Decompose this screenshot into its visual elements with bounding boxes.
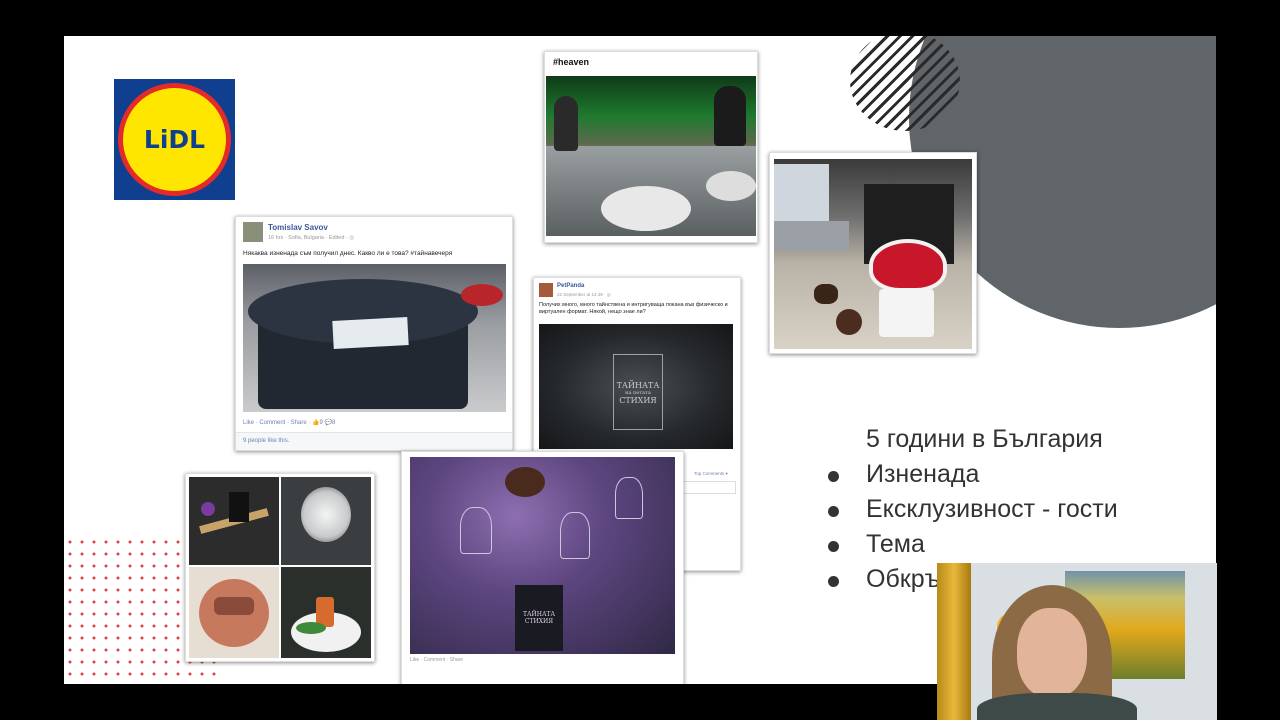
bullet-text: 5 години в България (866, 425, 1103, 453)
invitation-menu: ТАЙНАТА СТИХИЯ (515, 585, 563, 651)
post-likes-bar: 9 people like this. (236, 432, 512, 450)
presenter-shirt (977, 693, 1137, 720)
mouse (461, 284, 503, 306)
emblem-line: ТАЙНАТА (616, 381, 660, 390)
post-meta: 22 September at 14:48 · ◎ (557, 292, 611, 297)
wine-glass (460, 507, 492, 554)
post-actions[interactable]: Like · Comment · Share (410, 657, 463, 663)
invitation-emblem: ТАЙНАТА на петата СТИХИЯ (613, 354, 663, 430)
post-purple-table: ТАЙНАТА СТИХИЯ Like · Comment · Share (401, 451, 684, 684)
presenter-face (1017, 608, 1087, 698)
wine-glass (560, 512, 590, 559)
table-setting-photo: ТАЙНАТА СТИХИЯ (410, 457, 675, 654)
bullet-item: 5 години в България (816, 422, 1118, 457)
gift-photo (774, 159, 972, 349)
bullet-item: Ексклузивност - гости (816, 492, 1118, 527)
post-tomislav: Tomislav Savov 16 hrs · Sofia, Bulgaria … (235, 216, 513, 451)
dinner-photo (546, 76, 756, 236)
post-text: Някаква изненада съм получил днес. Какво… (243, 250, 453, 257)
bullet-dot (828, 506, 839, 517)
lidl-logo-text: LiDL (143, 125, 206, 154)
wine-glass (615, 477, 643, 519)
guest-silhouette (714, 86, 746, 146)
post-actions[interactable]: Like · Comment · Share · 👍9 💬8 (243, 419, 335, 426)
guest-silhouette (554, 96, 578, 151)
food-collage (185, 473, 375, 662)
food-photo (281, 477, 371, 565)
plate (601, 186, 691, 231)
post-author-name[interactable]: Tomislav Savov (268, 223, 328, 232)
heart-bowl (869, 239, 947, 292)
curtain (937, 563, 971, 720)
post-gift-photo (769, 152, 977, 354)
post-author-name[interactable]: PetPanda (557, 283, 584, 289)
bullet-item: Тема (816, 527, 1118, 562)
bullet-text: Ексклузивност - гости (866, 495, 1118, 523)
fondue-stand (879, 289, 934, 337)
post-heaven: #heaven (544, 51, 758, 243)
truffle (814, 284, 838, 304)
lidl-logo: LiDL (114, 79, 235, 200)
bullet-dot (828, 471, 839, 482)
presenter-webcam (937, 563, 1217, 720)
invitation-video[interactable]: ТАЙНАТА на петата СТИХИЯ (539, 324, 733, 449)
avatar (243, 222, 263, 242)
food-photo (281, 567, 371, 658)
avatar (539, 283, 553, 297)
comment-box[interactable] (676, 481, 736, 494)
post-likes[interactable]: 9 people like this. (243, 438, 289, 444)
bullet-dot (828, 541, 839, 552)
post-meta: 16 hrs · Sofia, Bulgaria · Edited · ◎ (268, 235, 355, 241)
menu-emblem: ТАЙНАТА СТИХИЯ (522, 611, 556, 625)
laptop (774, 164, 829, 224)
truffle (836, 309, 862, 335)
hatbox-photo (243, 264, 506, 412)
bullet-text: Тема (866, 530, 925, 558)
food-photo (189, 567, 279, 658)
post-heaven-header: #heaven (545, 52, 757, 76)
food-photo (189, 477, 279, 565)
plate (706, 171, 756, 201)
invitation-card (332, 317, 409, 349)
top-comments-link[interactable]: Top Comments ▾ (694, 471, 728, 477)
emblem-line: СТИХИЯ (619, 396, 657, 405)
post-text: Получих много, много тайнствена и интриг… (539, 302, 728, 315)
laptop-keyboard (774, 221, 849, 251)
post-heaven-caption: #heaven (553, 57, 590, 67)
bullet-text: Изненада (866, 460, 980, 488)
centerpiece (505, 467, 545, 497)
bullet-item: Изненада (816, 457, 1118, 492)
bullet-dot (828, 576, 839, 587)
